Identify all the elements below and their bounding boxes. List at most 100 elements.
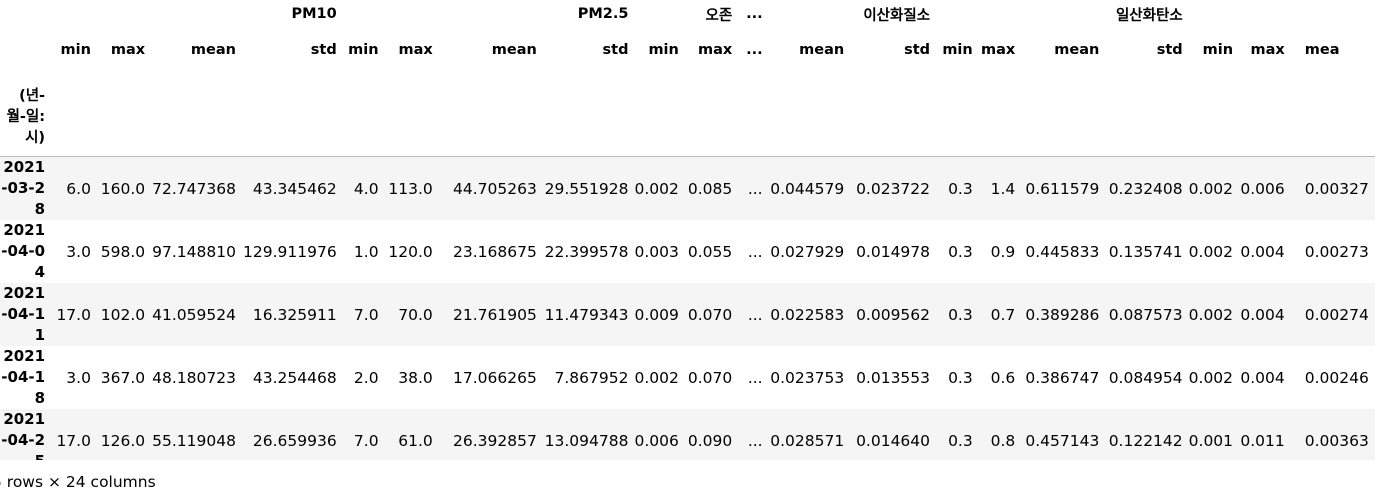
table-row: 2021-03-28 6.0 160.0 72.747368 43.345462 4.0 1… — [0, 156, 1375, 220]
dataframe-output: PM10 PM2.5 오존 ... 이산화질소 일산화탄소 min max me… — [0, 0, 1375, 460]
table-cell: 0.445833 — [1025, 242, 1100, 261]
table-cell: 11.479343 — [544, 305, 629, 324]
column-group-header-row: PM10 PM2.5 오존 ... 이산화질소 일산화탄소 — [0, 0, 1375, 28]
table-cell: 0.070 — [687, 305, 733, 324]
table-cell: 0.001 — [1188, 431, 1234, 450]
table-cell: 4.0 — [353, 179, 379, 198]
table-cell: 0.023722 — [856, 179, 931, 198]
table-cell: 26.659936 — [252, 431, 337, 450]
header-blank — [0, 0, 51, 28]
table-cell: 0.006 — [1240, 179, 1285, 198]
table-cell: 102.0 — [100, 305, 146, 324]
table-cell: 126.0 — [100, 431, 146, 450]
table-cell: 0.00327 — [1304, 179, 1369, 198]
table-cell: 13.094788 — [544, 431, 629, 450]
column-header: min — [348, 42, 379, 58]
table-cell: 0.232408 — [1108, 179, 1183, 198]
table-cell: 3.0 — [66, 242, 91, 261]
table-cell: 61.0 — [398, 431, 433, 450]
table-cell: 0.028571 — [770, 431, 845, 450]
table-cell: 129.911976 — [243, 242, 337, 261]
dataframe-table: PM10 PM2.5 오존 ... 이산화질소 일산화탄소 min max me… — [0, 0, 1375, 460]
column-header: max — [697, 42, 733, 58]
row-index-label: 2021-04-18 — [1, 347, 46, 407]
row-index-label: 2021-04-04 — [1, 221, 46, 281]
table-cell: 70.0 — [398, 305, 433, 324]
table-cell: 0.135741 — [1108, 242, 1183, 261]
table-cell: 160.0 — [100, 179, 146, 198]
column-group-ozone: 오존 — [705, 7, 733, 24]
table-cell: 0.122142 — [1108, 431, 1183, 450]
table-cell: 38.0 — [398, 368, 433, 387]
table-cell: 0.002 — [1188, 242, 1234, 261]
table-cell: 41.059524 — [152, 305, 236, 324]
table-cell: 1.4 — [990, 179, 1016, 198]
column-header: mea — [1304, 42, 1340, 58]
column-header: std — [310, 42, 337, 58]
table-cell-ellipsis: ... — [747, 431, 763, 450]
table-cell: 113.0 — [388, 179, 433, 198]
table-cell: 72.747368 — [152, 179, 236, 198]
column-header: min — [942, 42, 973, 58]
table-cell: 6.0 — [66, 179, 91, 198]
table-cell: 0.087573 — [1108, 305, 1183, 324]
table-row: 2021-04-25 17.0 126.0 55.119048 26.659936 7.0… — [0, 409, 1375, 460]
column-header-ellipsis: ... — [746, 42, 763, 58]
table-cell: 7.0 — [353, 431, 379, 450]
table-cell: 0.00246 — [1304, 368, 1369, 387]
table-cell-ellipsis: ... — [747, 305, 763, 324]
index-name-row: (년-월-일:시) — [0, 72, 1375, 157]
table-cell-ellipsis: ... — [747, 368, 763, 387]
column-header: min — [1202, 42, 1234, 58]
table-cell: 26.392857 — [453, 431, 537, 450]
table-cell: 21.761905 — [453, 305, 537, 324]
table-cell: 0.003 — [634, 242, 679, 261]
table-cell: 17.0 — [56, 431, 91, 450]
table-cell: 0.00274 — [1304, 305, 1369, 324]
table-cell: 7.0 — [353, 305, 379, 324]
table-cell: 0.3 — [948, 242, 973, 261]
table-cell: 44.705263 — [453, 179, 537, 198]
table-cell: 0.002 — [634, 179, 679, 198]
column-header: max — [1250, 42, 1285, 58]
table-cell: 0.002 — [634, 368, 679, 387]
table-cell: 367.0 — [100, 368, 146, 387]
table-cell: 0.023753 — [770, 368, 845, 387]
table-cell: 43.254468 — [252, 368, 337, 387]
column-header: mean — [1054, 42, 1100, 58]
table-cell-ellipsis: ... — [747, 242, 763, 261]
table-cell: 48.180723 — [152, 368, 236, 387]
column-group-co: 일산화탄소 — [1115, 7, 1183, 24]
column-group-pm10: PM10 — [291, 6, 337, 22]
column-header: min — [60, 42, 91, 58]
table-cell: 0.3 — [948, 305, 973, 324]
table-cell: 0.7 — [990, 305, 1016, 324]
table-cell: 0.8 — [990, 431, 1016, 450]
column-header: min — [648, 42, 679, 58]
index-name: (년-월-일:시) — [6, 87, 46, 146]
table-cell: 0.00273 — [1304, 242, 1369, 261]
table-cell: 0.389286 — [1025, 305, 1100, 324]
table-cell: 1.0 — [353, 242, 379, 261]
table-cell: 0.009 — [634, 305, 679, 324]
table-cell: 0.3 — [948, 368, 973, 387]
column-header: mean — [799, 42, 845, 58]
table-cell: 29.551928 — [544, 179, 629, 198]
table-cell-ellipsis: ... — [747, 179, 763, 198]
column-group-no2: 이산화질소 — [863, 7, 931, 24]
table-cell: 0.011 — [1240, 431, 1285, 450]
table-cell: 0.006 — [634, 431, 679, 450]
table-cell: 0.055 — [687, 242, 733, 261]
column-stat-header-row: min max mean std min max mean std min ma… — [0, 28, 1375, 72]
table-cell: 3.0 — [66, 368, 91, 387]
dataframe-shape-footer: 5 rows × 24 columns — [0, 473, 156, 491]
table-cell: 43.345462 — [252, 179, 337, 198]
table-cell: 0.014640 — [856, 431, 931, 450]
table-cell: 0.090 — [687, 431, 733, 450]
table-cell: 0.386747 — [1025, 368, 1100, 387]
table-cell: 0.611579 — [1025, 179, 1100, 198]
column-header: max — [110, 42, 146, 58]
table-cell: 598.0 — [100, 242, 146, 261]
row-index-label: 2021-03-28 — [1, 158, 46, 218]
table-cell: 0.3 — [948, 179, 973, 198]
